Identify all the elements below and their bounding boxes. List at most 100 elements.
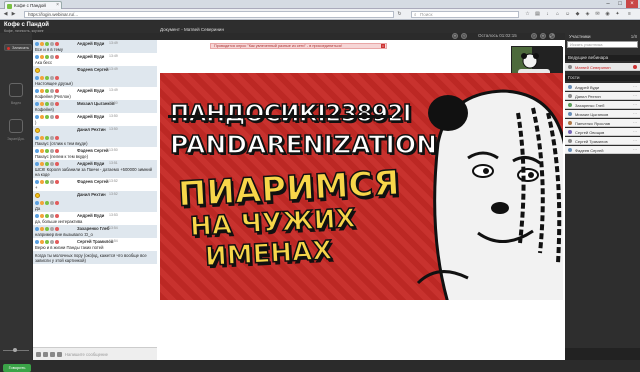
message-action-icon[interactable]: [45, 101, 49, 106]
chat-input[interactable]: Напишите сообщение: [65, 352, 108, 357]
message-action-icon[interactable]: [45, 179, 49, 184]
message-action-icon[interactable]: [45, 75, 49, 80]
message-action-icon[interactable]: [45, 54, 49, 59]
message-action-icon[interactable]: [45, 114, 49, 119]
prev-page-icon[interactable]: ‹: [461, 33, 467, 39]
volume-slider[interactable]: [3, 348, 29, 352]
private-icon[interactable]: [57, 352, 62, 357]
message-action-icon[interactable]: [50, 88, 54, 93]
extension-icon[interactable]: ◆: [574, 11, 581, 18]
banner-close-icon[interactable]: ×: [381, 44, 385, 48]
back-icon[interactable]: ◀: [2, 11, 9, 18]
speak-button[interactable]: Говорить: [3, 364, 31, 372]
bookmarks-icon[interactable]: ▤: [534, 11, 541, 18]
message-action-icon[interactable]: [45, 161, 49, 166]
message-action-icon[interactable]: [40, 213, 44, 218]
close-window-icon[interactable]: ×: [626, 0, 638, 8]
message-action-icon[interactable]: [55, 239, 59, 244]
message-action-icon[interactable]: [35, 161, 39, 166]
message-action-icon[interactable]: [35, 101, 39, 106]
message-action-icon[interactable]: [35, 239, 39, 244]
message-action-icon[interactable]: [55, 101, 59, 106]
attach-icon[interactable]: [43, 352, 48, 357]
next-page-icon[interactable]: ›: [531, 33, 537, 39]
message-action-icon[interactable]: [55, 213, 59, 218]
guest-row[interactable]: Данил Рехтин ···: [565, 92, 640, 100]
message-action-icon[interactable]: [45, 135, 49, 140]
message-action-icon[interactable]: [45, 41, 49, 46]
message-action-icon[interactable]: [35, 75, 39, 80]
star-icon[interactable]: ☆: [524, 11, 531, 18]
message-action-icon[interactable]: [55, 200, 59, 205]
message-action-icon[interactable]: [50, 200, 54, 205]
guest-row[interactable]: Михаил Цыганков ···: [565, 110, 640, 118]
shield-icon[interactable]: ◈: [584, 11, 591, 18]
message-action-icon[interactable]: [55, 75, 59, 80]
message-action-icon[interactable]: [35, 54, 39, 59]
message-action-icon[interactable]: [40, 148, 44, 153]
more-options-icon[interactable]: ···: [633, 147, 637, 152]
message-action-icon[interactable]: [55, 226, 59, 231]
message-action-icon[interactable]: [35, 114, 39, 119]
message-action-icon[interactable]: [50, 213, 54, 218]
message-action-icon[interactable]: [40, 54, 44, 59]
message-action-icon[interactable]: [35, 213, 39, 218]
message-action-icon[interactable]: [40, 161, 44, 166]
message-action-icon[interactable]: [40, 41, 44, 46]
reload-icon[interactable]: ↻: [396, 11, 403, 18]
more-options-icon[interactable]: ···: [633, 129, 637, 134]
more-options-icon[interactable]: ···: [633, 111, 637, 116]
message-action-icon[interactable]: [55, 148, 59, 153]
host-row[interactable]: Матвей Северинин: [565, 63, 640, 71]
poll-banner[interactable]: Проводится опрос "Как увлеченный разные …: [210, 43, 387, 49]
message-action-icon[interactable]: [40, 239, 44, 244]
settings-icon[interactable]: [36, 352, 41, 357]
guest-row[interactable]: Сергей Овощов ···: [565, 128, 640, 136]
message-action-icon[interactable]: [40, 135, 44, 140]
message-action-icon[interactable]: [55, 161, 59, 166]
more-options-icon[interactable]: ···: [633, 93, 637, 98]
message-action-icon[interactable]: [35, 200, 39, 205]
guest-row[interactable]: Сергей Трамилов ···: [565, 137, 640, 145]
message-action-icon[interactable]: [45, 148, 49, 153]
addon-icon[interactable]: ✦: [614, 11, 621, 18]
volume-knob[interactable]: [13, 348, 17, 352]
more-options-icon[interactable]: ···: [633, 84, 637, 89]
guest-row[interactable]: Захаренко Глеб ···: [565, 101, 640, 109]
sync-icon[interactable]: ✉: [594, 11, 601, 18]
message-action-icon[interactable]: [50, 226, 54, 231]
message-action-icon[interactable]: [50, 161, 54, 166]
minimize-icon[interactable]: –: [602, 0, 614, 8]
message-action-icon[interactable]: [55, 41, 59, 46]
last-page-icon[interactable]: »: [540, 33, 546, 39]
screen-share-icon[interactable]: [9, 119, 23, 133]
message-action-icon[interactable]: [40, 200, 44, 205]
chat-icon[interactable]: ☺: [564, 11, 571, 18]
more-options-icon[interactable]: ···: [633, 120, 637, 125]
message-action-icon[interactable]: [40, 226, 44, 231]
maximize-icon[interactable]: □: [614, 0, 626, 8]
message-action-icon[interactable]: [55, 179, 59, 184]
more-options-icon[interactable]: ···: [633, 102, 637, 107]
message-action-icon[interactable]: [40, 75, 44, 80]
message-action-icon[interactable]: [50, 179, 54, 184]
emoji-icon[interactable]: [50, 352, 55, 357]
first-page-icon[interactable]: «: [452, 33, 458, 39]
video-icon[interactable]: [9, 83, 23, 97]
home-icon[interactable]: ⌂: [554, 11, 561, 18]
message-action-icon[interactable]: [50, 135, 54, 140]
message-action-icon[interactable]: [45, 226, 49, 231]
message-action-icon[interactable]: [35, 179, 39, 184]
message-action-icon[interactable]: [35, 135, 39, 140]
guest-row[interactable]: Фадеев Сергей ···: [565, 146, 640, 154]
browser-search-field[interactable]: ⌕ Поиск: [411, 11, 519, 18]
guest-row[interactable]: Панченко Ярослав ···: [565, 119, 640, 127]
message-action-icon[interactable]: [45, 239, 49, 244]
record-button[interactable]: Записать: [4, 44, 32, 51]
browser-tab[interactable]: Кофе с Пандой ×: [4, 1, 62, 9]
message-action-icon[interactable]: [50, 114, 54, 119]
message-action-icon[interactable]: [50, 54, 54, 59]
message-action-icon[interactable]: [35, 41, 39, 46]
url-field[interactable]: https://login.webinar.ru/...: [24, 11, 394, 18]
message-action-icon[interactable]: [55, 54, 59, 59]
